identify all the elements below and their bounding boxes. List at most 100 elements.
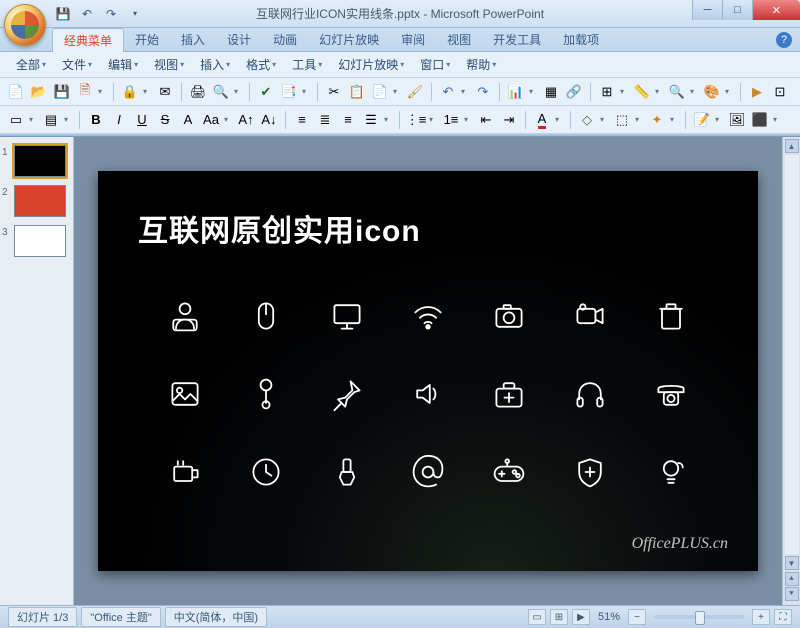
tab-view[interactable]: 视图 [436, 28, 482, 51]
numbering-icon[interactable]: 1≡ [441, 110, 461, 130]
tab-review[interactable]: 审阅 [390, 28, 436, 51]
zoom-in-icon[interactable]: + [752, 609, 770, 625]
tab-slideshow[interactable]: 幻灯片放映 [308, 28, 390, 51]
clock-icon[interactable] [248, 454, 284, 490]
paste-dd-icon[interactable]: ▾ [393, 87, 402, 96]
print-preview-icon[interactable]: 🔍 [211, 82, 231, 102]
new-slide-icon[interactable]: ▭ [6, 110, 26, 130]
telephone-icon[interactable] [653, 376, 689, 412]
table-icon[interactable]: ▦ [541, 82, 561, 102]
menu-tools[interactable]: 工具▾ [284, 54, 330, 75]
wifi-icon[interactable] [410, 298, 446, 334]
increase-indent-icon[interactable]: ⇥ [499, 110, 519, 130]
new-slide-dd-icon[interactable]: ▾ [29, 115, 38, 124]
undo-icon[interactable]: ↶ [79, 6, 95, 22]
quick-styles-dd-icon[interactable]: ▾ [670, 115, 679, 124]
tab-design[interactable]: 设计 [216, 28, 262, 51]
spelling-icon[interactable]: ✔ [256, 82, 276, 102]
slide-thumbnail[interactable]: 3 [14, 225, 69, 257]
tab-home[interactable]: 开始 [124, 28, 170, 51]
headphones-icon[interactable] [572, 376, 608, 412]
italic-icon[interactable]: I [109, 110, 129, 130]
layout-dd-icon[interactable]: ▾ [64, 115, 73, 124]
permission-icon[interactable]: 🔒 [120, 82, 140, 102]
strikethrough-icon[interactable]: S [155, 110, 175, 130]
minimize-button[interactable]: ─ [692, 0, 722, 20]
permission-dd-icon[interactable]: ▾ [143, 87, 152, 96]
bullets-dd-icon[interactable]: ▾ [429, 115, 438, 124]
slide-indicator[interactable]: 幻灯片 1/3 [8, 607, 77, 627]
chart-dd-icon[interactable]: ▾ [529, 87, 538, 96]
justify-icon[interactable]: ☰ [361, 110, 381, 130]
camera-icon[interactable] [491, 298, 527, 334]
tab-developer[interactable]: 开发工具 [482, 28, 552, 51]
shadow-icon[interactable]: A [178, 110, 198, 130]
new-icon[interactable]: 📄 [6, 82, 26, 102]
color-dd-icon[interactable]: ▾ [725, 87, 734, 96]
textbox-dd-icon[interactable]: ▾ [715, 115, 724, 124]
align-right-icon[interactable]: ≡ [338, 110, 358, 130]
gamepad-icon[interactable] [491, 454, 527, 490]
slide-editor[interactable]: 互联网原创实用icon [74, 137, 782, 605]
person-icon[interactable] [167, 298, 203, 334]
fit-window-icon[interactable]: ⛶ [774, 609, 792, 625]
align-left-icon[interactable]: ≡ [292, 110, 312, 130]
change-case-icon[interactable]: Aa [201, 110, 221, 130]
arrange-dd-icon[interactable]: ▾ [635, 115, 644, 124]
medical-kit-icon[interactable] [491, 376, 527, 412]
menu-all[interactable]: 全部▾ [8, 54, 54, 75]
monitor-icon[interactable] [329, 298, 365, 334]
office-button[interactable] [4, 4, 46, 46]
research-dd-icon[interactable]: ▾ [302, 87, 311, 96]
ruler-dd-icon[interactable]: ▾ [655, 87, 664, 96]
save-icon[interactable]: 💾 [55, 6, 71, 22]
quick-styles-icon[interactable]: ✦ [647, 110, 667, 130]
sorter-view-icon[interactable]: ⊞ [550, 609, 568, 625]
speaker-icon[interactable] [410, 376, 446, 412]
chart-icon[interactable]: 📊 [506, 82, 526, 102]
menu-file[interactable]: 文件▾ [54, 54, 100, 75]
shield-icon[interactable] [572, 454, 608, 490]
slide-thumbnail[interactable]: 1 [14, 145, 69, 177]
redo-icon[interactable]: ↷ [103, 6, 119, 22]
slideshow-view-icon[interactable]: ▶ [572, 609, 590, 625]
copy-icon[interactable]: 📋 [347, 82, 367, 102]
picture-icon[interactable]: 🖼 [727, 110, 747, 130]
slide-canvas[interactable]: 互联网原创实用icon [98, 171, 758, 571]
color-icon[interactable]: 🎨 [702, 82, 722, 102]
tab-animation[interactable]: 动画 [262, 28, 308, 51]
tables-icon[interactable]: ⊞ [597, 82, 617, 102]
cut-icon[interactable]: ✂ [324, 82, 344, 102]
close-button[interactable]: ✕ [752, 0, 800, 20]
menu-help[interactable]: 帮助▾ [458, 54, 504, 75]
pin-icon[interactable] [329, 376, 365, 412]
research-icon[interactable]: 📑 [279, 82, 299, 102]
slide-thumbnail[interactable]: 2 [14, 185, 69, 217]
tab-insert[interactable]: 插入 [170, 28, 216, 51]
text-box-icon[interactable]: 📝 [692, 110, 712, 130]
font-color-icon[interactable]: A [532, 110, 552, 130]
microphone-icon[interactable] [248, 376, 284, 412]
menu-edit[interactable]: 编辑▾ [100, 54, 146, 75]
mail-icon[interactable]: ✉ [155, 82, 175, 102]
zoom-dd-icon[interactable]: ▾ [690, 87, 699, 96]
help-icon[interactable]: ? [776, 32, 792, 48]
image-icon[interactable] [167, 376, 203, 412]
language-indicator[interactable]: 中文(简体，中国) [165, 607, 267, 627]
decrease-indent-icon[interactable]: ⇤ [476, 110, 496, 130]
brush-icon[interactable] [329, 454, 365, 490]
zoom-icon[interactable]: 🔍 [667, 82, 687, 102]
paste-icon[interactable]: 📄 [370, 82, 390, 102]
window-icon[interactable]: ⊡ [770, 82, 790, 102]
saveas-icon[interactable]: 🗎 [75, 82, 95, 102]
trash-icon[interactable] [653, 298, 689, 334]
coffee-cup-icon[interactable] [167, 454, 203, 490]
save-icon[interactable]: 💾 [52, 82, 72, 102]
theme-indicator[interactable]: "Office 主题" [81, 607, 160, 627]
layout-icon[interactable]: ▤ [41, 110, 61, 130]
case-dd-icon[interactable]: ▾ [224, 115, 233, 124]
object-dd-icon[interactable]: ▾ [773, 115, 782, 124]
format-painter-icon[interactable]: 🖌 [405, 82, 425, 102]
vertical-scrollbar[interactable]: ▲ ▼ ⯅ ⯆ [782, 137, 800, 605]
prev-slide-icon[interactable]: ⯅ [785, 572, 799, 586]
